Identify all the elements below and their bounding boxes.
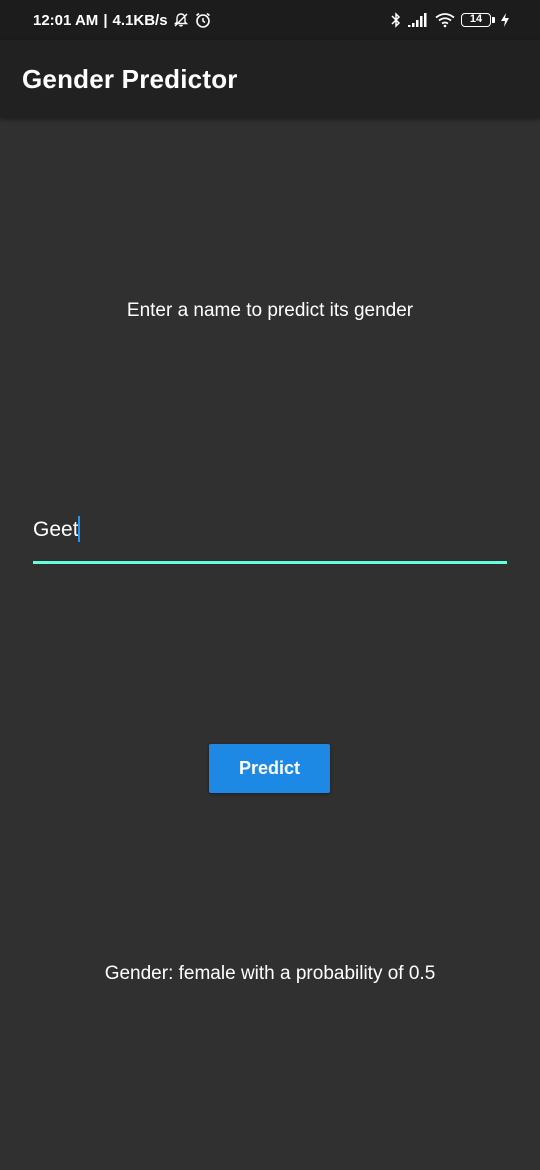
input-underline [33,561,507,564]
battery-icon: 14 [461,13,495,27]
result-text: Gender: female with a probability of 0.5 [104,963,436,984]
charging-icon [500,12,510,28]
prompt-text: Enter a name to predict its gender [126,300,414,321]
alarm-icon [194,11,212,29]
status-time: 12:01 AM [33,11,99,29]
app-bar: Gender Predictor [0,40,540,118]
name-field[interactable] [33,510,507,564]
battery-tip [492,17,495,23]
app-title: Gender Predictor [22,63,238,94]
bluetooth-icon [390,11,402,29]
bell-off-icon [173,12,189,28]
predict-button[interactable]: Predict [209,744,330,793]
status-separator: | [103,11,108,29]
network-speed: 4.1KB/s [112,11,168,29]
wifi-icon [434,12,456,28]
signal-icon [407,12,429,28]
name-input[interactable] [33,510,507,550]
status-right: 14 [390,11,510,29]
battery-level: 14 [461,13,491,27]
status-left: 12:01 AM | 4.1KB/s [33,11,212,29]
status-bar: 12:01 AM | 4.1KB/s 14 [0,0,540,40]
text-cursor [78,516,80,542]
